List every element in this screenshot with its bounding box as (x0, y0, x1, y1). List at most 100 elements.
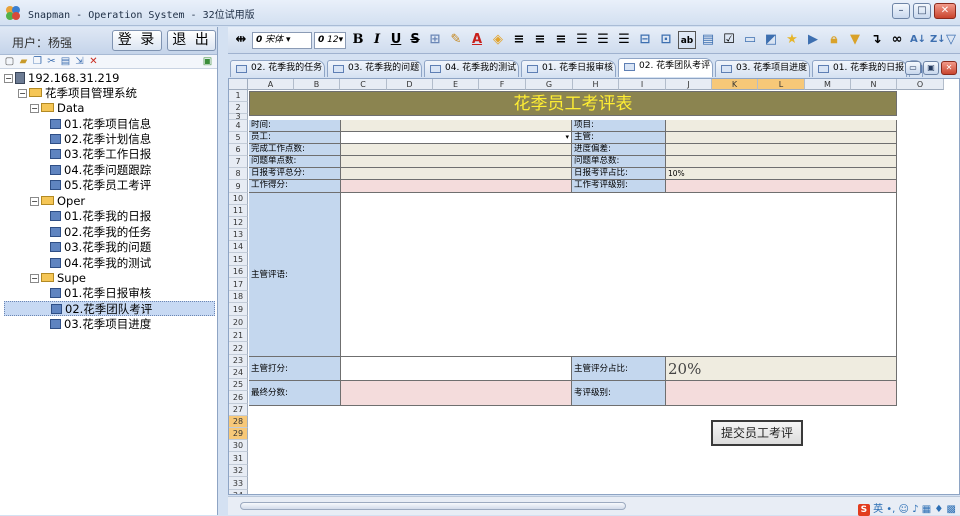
align-right-icon[interactable]: ☰ (615, 31, 633, 49)
column-header[interactable]: F (479, 79, 526, 90)
row-header[interactable]: 17 (229, 278, 248, 291)
combo-icon[interactable]: ▭ (741, 31, 759, 49)
column-header[interactable]: B (294, 79, 340, 90)
work-score-field[interactable] (341, 180, 572, 193)
project-field[interactable] (666, 120, 897, 132)
row-header[interactable]: 15 (229, 253, 248, 266)
font-color-icon[interactable]: A (468, 31, 486, 49)
column-header[interactable]: K (712, 79, 758, 90)
scroll-thumb[interactable] (240, 502, 626, 510)
row-header[interactable]: 4 (229, 120, 248, 132)
tree-item[interactable]: 04.花季问题跟踪 (50, 163, 151, 178)
row-header[interactable]: 12 (229, 217, 248, 229)
tab-close-button[interactable]: ✕ (941, 61, 957, 75)
daily-total-field[interactable] (341, 168, 572, 180)
italic-button[interactable]: I (369, 31, 385, 49)
tree-item-selected[interactable]: 02.花季团队考评 (4, 301, 215, 316)
delete-icon[interactable]: ✕ (88, 56, 99, 67)
row-header[interactable]: 5 (229, 132, 248, 144)
merge-cells-icon[interactable]: ⊟ (636, 31, 654, 49)
splitter[interactable] (218, 27, 228, 515)
copy-icon[interactable]: ❐ (32, 56, 43, 67)
tab-pin-button[interactable]: ▣ (923, 61, 939, 75)
maximize-button[interactable]: □ (913, 3, 931, 19)
textbox-icon[interactable]: ab (678, 31, 696, 49)
tree-item[interactable]: 05.花季员工考评 (50, 178, 151, 193)
row-header[interactable]: 28 (229, 416, 248, 428)
column-header[interactable]: D (387, 79, 433, 90)
work-points-field[interactable] (341, 144, 572, 156)
row-header[interactable]: 33 (229, 477, 248, 490)
column-header[interactable]: A (248, 79, 294, 90)
underline-button[interactable]: U (388, 31, 404, 49)
row-header[interactable]: 16 (229, 266, 248, 278)
tree-item[interactable]: 02.花季我的任务 (50, 225, 151, 240)
tree-item[interactable]: 02.花季计划信息 (50, 132, 151, 147)
tab-restore-button[interactable]: ▭ (905, 61, 921, 75)
shirt-icon[interactable]: ♦ (934, 504, 943, 515)
close-button[interactable]: ✕ (934, 3, 956, 19)
font-size-select[interactable]: 0 12▾ (314, 32, 346, 49)
row-header[interactable]: 34 (229, 490, 248, 494)
tree-item[interactable]: 03.花季项目进度 (50, 317, 151, 332)
new-doc-icon[interactable]: ▢ (4, 56, 15, 67)
border-icon[interactable]: ⊞ (426, 31, 444, 49)
row-header[interactable]: 6 (229, 144, 248, 156)
tree-item[interactable]: 04.花季我的测试 (50, 256, 151, 271)
filter-icon[interactable]: ▽ (944, 31, 958, 49)
tree-item[interactable]: 01.花季日报审核 (50, 286, 151, 301)
tab[interactable]: 01. 花季我的日报 (812, 60, 907, 77)
horizontal-scrollbar[interactable]: S 英 •, ☺ ♪ ▦ ♦ ▩ (228, 496, 960, 516)
select-all-corner[interactable] (229, 79, 248, 90)
row-header[interactable]: 14 (229, 241, 248, 253)
row-header[interactable]: 25 (229, 379, 248, 391)
microphone-icon[interactable]: ♪ (912, 504, 918, 515)
listbox-icon[interactable]: ▤ (699, 31, 717, 49)
align-middle-icon[interactable]: ≡ (531, 31, 549, 49)
checkbox-icon[interactable]: ☑ (720, 31, 738, 49)
row-header[interactable]: 23 (229, 355, 248, 367)
issue-total-field[interactable] (666, 156, 897, 168)
progress-deviation-field[interactable] (666, 144, 897, 156)
font-name-select[interactable]: 0 宋体 ▾ (252, 32, 312, 49)
row-header[interactable]: 29 (229, 428, 248, 440)
ime-logo-icon[interactable]: S (857, 504, 870, 516)
row-header[interactable]: 7 (229, 156, 248, 168)
align-top-icon[interactable]: ≡ (510, 31, 528, 49)
column-header[interactable]: N (851, 79, 897, 90)
row-header[interactable]: 11 (229, 205, 248, 217)
tree-group-supe[interactable]: − Supe (30, 271, 86, 286)
minimize-button[interactable]: – (892, 3, 910, 19)
collapse-icon[interactable]: − (4, 74, 13, 83)
bold-button[interactable]: B (350, 31, 366, 49)
edit-cell-icon[interactable]: ✎ (447, 31, 465, 49)
row-header[interactable]: 8 (229, 168, 248, 180)
row-header[interactable]: 9 (229, 180, 248, 193)
settings-icon[interactable]: ▩ (947, 504, 956, 515)
return-arrow-icon[interactable]: ↴ (867, 31, 885, 49)
tab-active[interactable]: 02. 花季团队考评 (618, 58, 713, 77)
column-header[interactable]: C (340, 79, 387, 90)
emoji-icon[interactable]: ☺ (899, 504, 909, 515)
play-icon[interactable]: ▶ (804, 31, 822, 49)
row-header[interactable]: 13 (229, 229, 248, 241)
fill-color-icon[interactable]: ◈ (489, 31, 507, 49)
time-field[interactable] (341, 120, 572, 132)
tree-group-data[interactable]: − Data (30, 101, 84, 116)
row-header[interactable]: 22 (229, 342, 248, 355)
collapse-icon[interactable]: − (18, 89, 27, 98)
open-folder-icon[interactable]: ▰ (18, 56, 29, 67)
column-header[interactable]: I (619, 79, 666, 90)
manager-field[interactable] (666, 132, 897, 144)
daily-ratio-value[interactable]: 10% (666, 168, 897, 180)
column-header[interactable]: M (805, 79, 851, 90)
tree-item[interactable]: 03.花季我的问题 (50, 240, 151, 255)
row-header[interactable]: 10 (229, 193, 248, 205)
tree-item[interactable]: 01.花季我的日报 (50, 209, 151, 224)
split-cells-icon[interactable]: ⊡ (657, 31, 675, 49)
row-header[interactable]: 19 (229, 303, 248, 316)
move-icon[interactable]: ⇲ (74, 56, 85, 67)
logout-button[interactable]: 退 出 (167, 30, 216, 51)
paste-icon[interactable]: ▤ (60, 56, 71, 67)
lock-icon[interactable]: 🔒︎ (825, 31, 843, 49)
